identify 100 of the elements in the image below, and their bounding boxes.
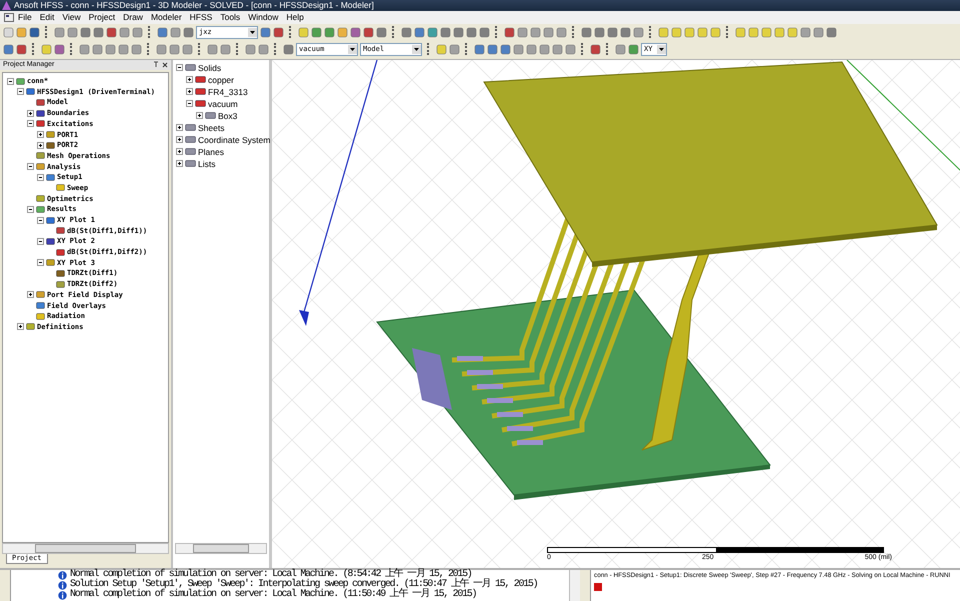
tool-icon[interactable] [273, 26, 284, 38]
tool-icon[interactable] [826, 26, 837, 38]
tool-icon[interactable] [615, 44, 626, 55]
tool-icon[interactable] [80, 26, 91, 38]
tool-icon[interactable] [487, 44, 498, 55]
caret-icon[interactable] [657, 44, 666, 54]
tool-icon[interactable] [474, 44, 485, 55]
tool-icon[interactable] [735, 26, 746, 38]
tool-icon[interactable] [513, 44, 524, 55]
collapse-icon[interactable] [186, 100, 193, 108]
tool-icon[interactable] [556, 26, 567, 38]
tool-icon[interactable] [526, 44, 537, 55]
tool-icon[interactable] [504, 26, 515, 38]
expand-icon[interactable] [27, 291, 34, 298]
tree-item[interactable]: Solids [198, 62, 222, 73]
menu-item[interactable]: File [14, 11, 36, 24]
tool-icon[interactable] [620, 26, 631, 38]
expand-icon[interactable] [27, 110, 34, 117]
tool-icon[interactable] [530, 26, 541, 38]
tool-icon[interactable] [283, 44, 294, 55]
menu-item[interactable]: View [58, 11, 85, 24]
tool-icon[interactable] [92, 44, 103, 55]
expand-icon[interactable] [37, 142, 44, 149]
tool-icon[interactable] [132, 26, 143, 38]
tool-icon[interactable] [156, 44, 167, 55]
tool-icon[interactable] [3, 26, 14, 38]
tree-item[interactable]: Sheets [198, 122, 224, 133]
tool-icon[interactable] [543, 26, 554, 38]
tool-icon[interactable] [658, 26, 669, 38]
tool-icon[interactable] [169, 44, 180, 55]
expand-icon[interactable] [196, 112, 203, 120]
tool-icon[interactable] [79, 44, 90, 55]
menu-item[interactable]: Tools [216, 11, 244, 24]
tool-icon[interactable] [552, 44, 563, 55]
tree-item[interactable]: vacuum [208, 98, 238, 109]
document-icon[interactable] [4, 12, 14, 22]
caret-icon[interactable] [348, 44, 357, 54]
tool-icon[interactable] [54, 44, 65, 55]
tool-icon[interactable] [813, 26, 824, 38]
expand-icon[interactable] [176, 160, 183, 168]
tool-icon[interactable] [539, 44, 550, 55]
tool-icon[interactable] [131, 44, 142, 55]
menu-item[interactable]: Project [84, 11, 120, 24]
tool-icon[interactable] [29, 26, 40, 38]
tool-icon[interactable] [16, 44, 27, 55]
tool-icon[interactable] [594, 26, 605, 38]
tool-icon[interactable] [363, 26, 374, 38]
tool-icon[interactable] [118, 44, 129, 55]
collapse-icon[interactable] [37, 216, 44, 224]
tree-item[interactable]: Coordinate System [198, 134, 270, 145]
menu-item[interactable]: Window [244, 11, 282, 24]
menu-item[interactable]: Help [282, 11, 308, 24]
expand-icon[interactable] [17, 323, 24, 330]
collapse-icon[interactable] [7, 78, 14, 85]
tool-icon[interactable] [590, 44, 601, 55]
menu-item[interactable]: HFSS [186, 11, 216, 24]
tool-icon[interactable] [337, 26, 348, 38]
tool-icon[interactable] [800, 26, 811, 38]
tree-item[interactable]: copper [208, 74, 234, 85]
tool-icon[interactable] [449, 44, 460, 55]
expand-icon[interactable] [186, 88, 193, 96]
tool-icon[interactable] [466, 26, 477, 38]
tree-item[interactable]: Planes [198, 146, 224, 157]
tool-icon[interactable] [350, 26, 361, 38]
tool-icon[interactable] [54, 26, 65, 38]
tool-icon[interactable] [414, 26, 425, 38]
panel-handle[interactable] [580, 570, 591, 601]
tool-icon[interactable] [106, 26, 117, 38]
tool-icon[interactable] [245, 44, 256, 55]
tree-item[interactable]: FR4_3313 [208, 86, 248, 97]
scrollbar[interactable] [175, 543, 267, 554]
tool-icon[interactable] [581, 26, 592, 38]
menu-item[interactable]: Draw [119, 11, 147, 24]
expand-icon[interactable] [176, 136, 183, 144]
caret-icon[interactable] [248, 28, 257, 37]
tool-icon[interactable] [311, 26, 322, 38]
expand-icon[interactable] [176, 124, 183, 132]
collapse-icon[interactable] [27, 120, 34, 128]
tool-icon[interactable] [500, 44, 511, 55]
collapse-icon[interactable] [17, 88, 24, 96]
tool-icon[interactable] [440, 26, 451, 38]
tool-icon[interactable] [565, 44, 576, 55]
tool-icon[interactable] [628, 44, 639, 55]
panel-handle[interactable] [0, 570, 11, 601]
tool-icon[interactable] [183, 26, 194, 38]
tool-icon[interactable] [401, 26, 412, 38]
collapse-icon[interactable] [27, 163, 34, 170]
tool-icon[interactable] [427, 26, 438, 38]
pin-icon[interactable] [153, 61, 159, 68]
tool-icon[interactable] [207, 44, 218, 55]
tool-icon[interactable] [607, 26, 618, 38]
collapse-icon[interactable] [27, 206, 34, 213]
tool-icon[interactable] [697, 26, 708, 38]
tool-icon[interactable] [105, 44, 116, 55]
tool-icon[interactable] [260, 26, 271, 38]
tool-icon[interactable] [220, 44, 231, 55]
scrollbar[interactable] [569, 570, 580, 601]
tool-icon[interactable] [16, 26, 27, 38]
tool-icon[interactable] [748, 26, 759, 38]
tool-icon[interactable] [684, 26, 695, 38]
